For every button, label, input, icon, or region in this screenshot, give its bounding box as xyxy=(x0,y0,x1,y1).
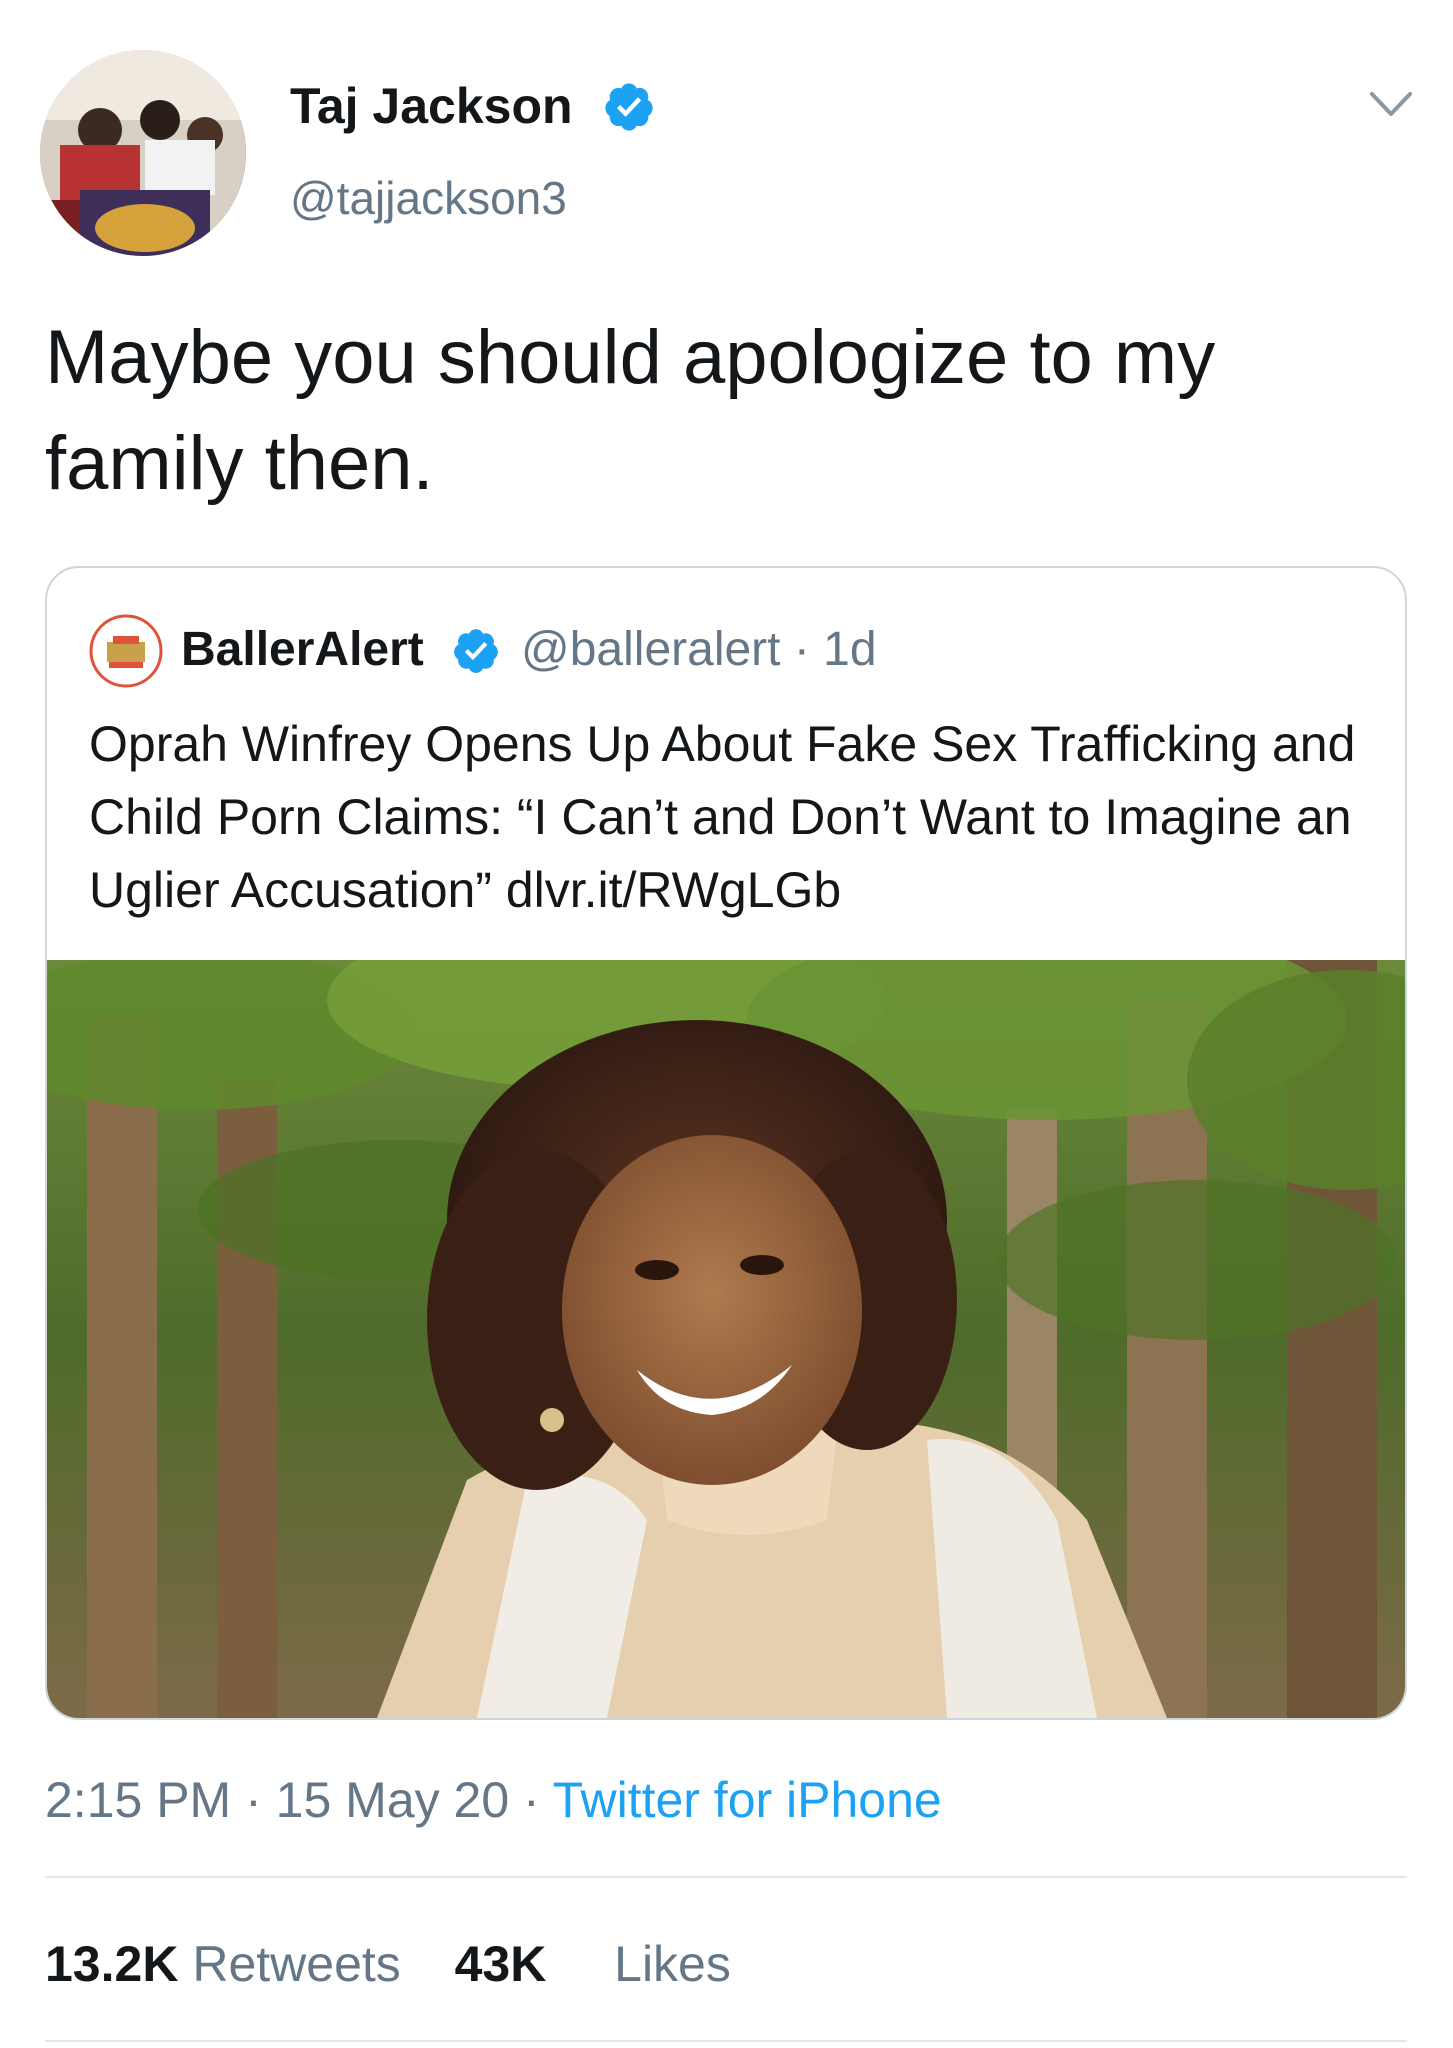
tweet-meta: 2:15 PM · 15 May 20 · Twitter for iPhone xyxy=(45,1770,942,1830)
quoted-photo xyxy=(47,960,1405,1718)
verified-badge-icon xyxy=(605,83,653,131)
author-handle[interactable]: @tajjackson3 xyxy=(290,170,567,226)
meta-separator: · xyxy=(231,1772,276,1828)
chevron-down-icon[interactable] xyxy=(1366,84,1416,124)
tweet-date: 15 May 20 xyxy=(275,1772,510,1828)
quoted-author-name: BallerAlert xyxy=(181,623,424,676)
author-name[interactable]: Taj Jackson xyxy=(290,76,573,136)
quoted-tweet-card[interactable]: BallerAlert @balleralert · 1d Oprah Winf… xyxy=(45,566,1407,1720)
quoted-verified-badge-icon xyxy=(454,629,498,673)
retweets-label[interactable]: Retweets xyxy=(192,1936,400,1992)
quoted-author-avatar xyxy=(89,614,163,688)
author-avatar[interactable] xyxy=(40,50,246,256)
tweet-text: Maybe you should apologize to my family … xyxy=(45,315,1216,506)
tweet-source-link[interactable]: Twitter for iPhone xyxy=(553,1772,942,1828)
divider xyxy=(45,1876,1407,1878)
quoted-tweet-text: Oprah Winfrey Opens Up About Fake Sex Tr… xyxy=(89,716,1356,918)
likes-label[interactable]: Likes xyxy=(614,1936,731,1992)
quoted-tweet-image[interactable] xyxy=(47,960,1405,1718)
divider xyxy=(45,2040,1407,2042)
likes-count[interactable]: 43K xyxy=(455,1936,547,1992)
meta-separator: · xyxy=(509,1772,553,1828)
avatar-photo xyxy=(40,50,246,256)
tweet-stats: 13.2K Retweets 43K Likes xyxy=(45,1934,731,1994)
tweet-time: 2:15 PM xyxy=(45,1772,232,1828)
quoted-author-handle-time: @balleralert · 1d xyxy=(521,623,877,676)
retweets-count[interactable]: 13.2K xyxy=(45,1936,178,1992)
